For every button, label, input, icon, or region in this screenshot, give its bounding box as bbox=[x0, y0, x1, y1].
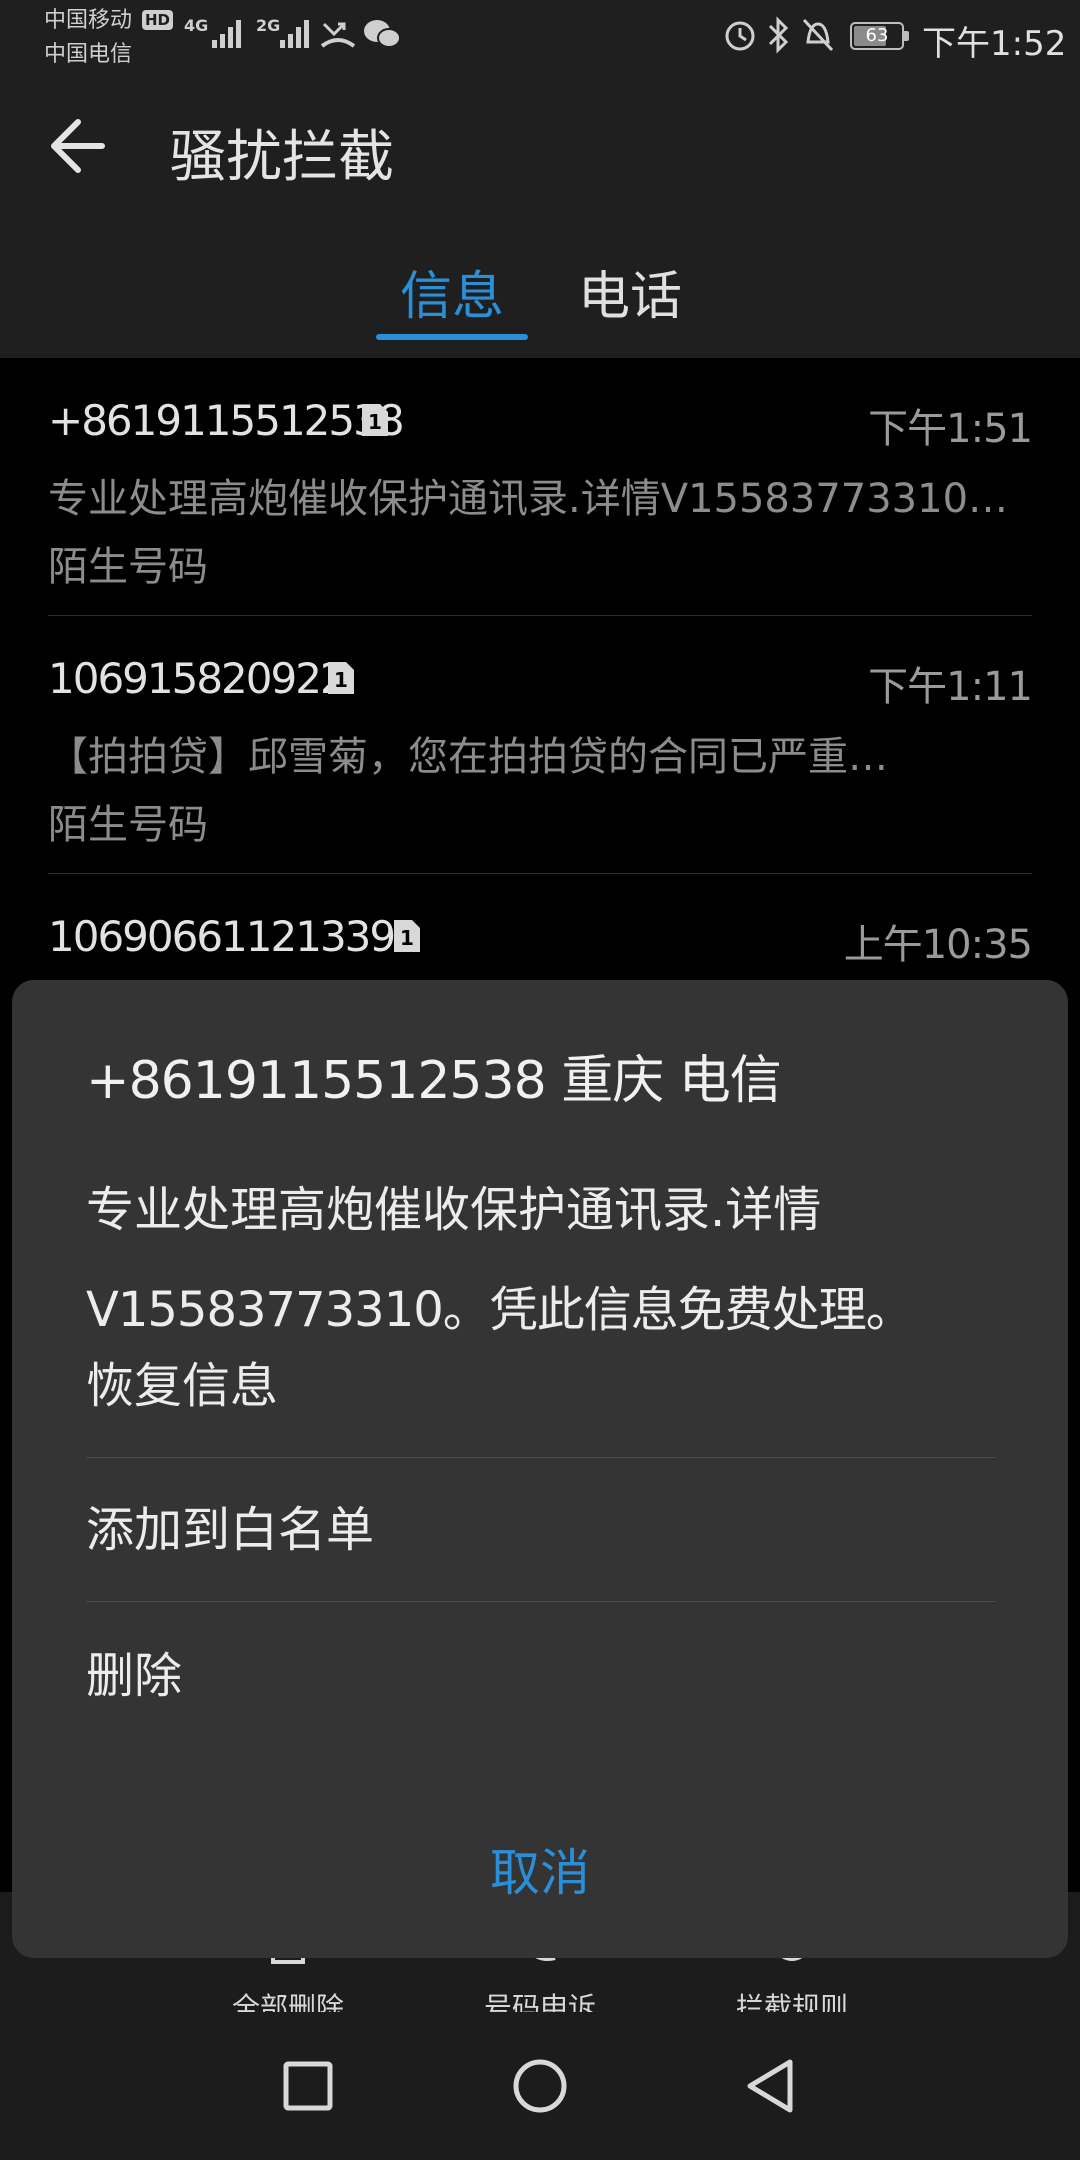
cancel-button[interactable]: 取消 bbox=[12, 1818, 1068, 1928]
restore-message-button[interactable]: 恢复信息 bbox=[86, 1314, 996, 1458]
add-to-whitelist-button[interactable]: 添加到白名单 bbox=[86, 1458, 996, 1602]
screen: 中国移动 中国电信 HD 4G 2G 63 下午1:52 骚扰拦截 信息 电话 … bbox=[0, 0, 1080, 2160]
dialog-body-line-1: 专业处理高炮催收保护通讯录.详情 bbox=[86, 1182, 822, 1238]
message-action-dialog: +8619115512538 重庆 电信 专业处理高炮催收保护通讯录.详情 V1… bbox=[12, 980, 1068, 1958]
delete-button[interactable]: 删除 bbox=[86, 1604, 996, 1748]
dialog-title: +8619115512538 重庆 电信 bbox=[86, 1051, 782, 1111]
